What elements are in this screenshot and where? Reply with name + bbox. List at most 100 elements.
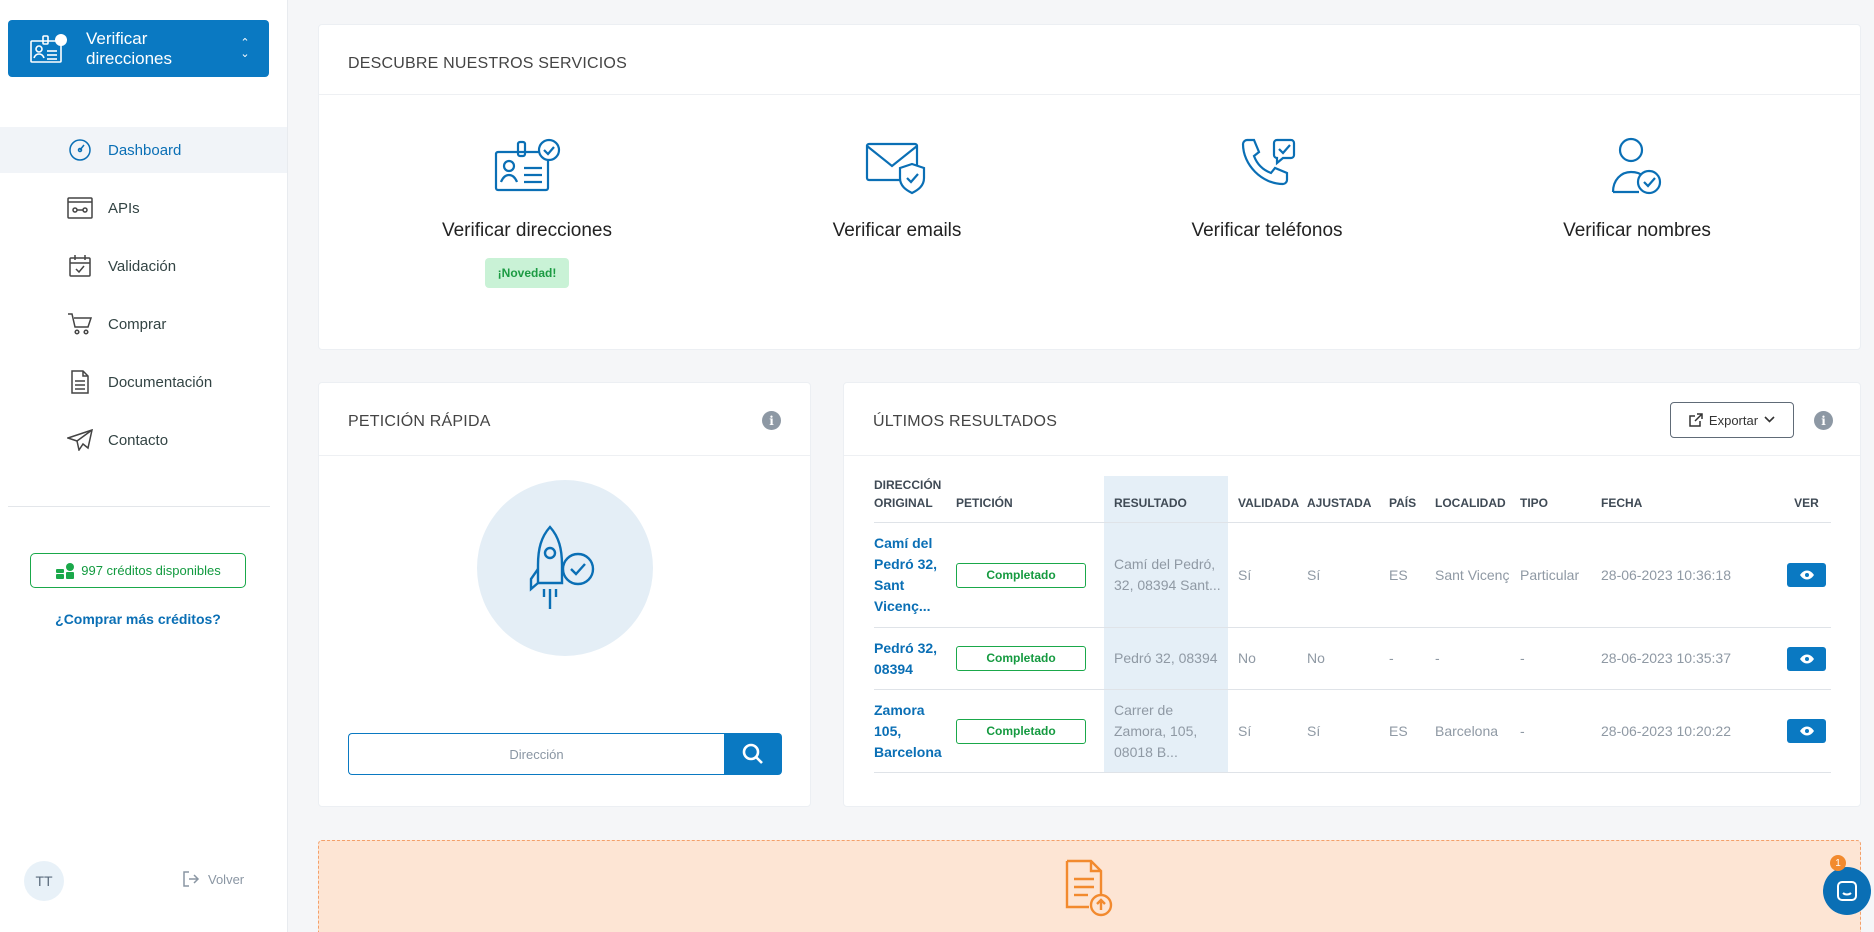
cell-resultado: Camí del Pedró, 32, 08394 Sant... — [1104, 522, 1228, 628]
cell-localidad: Sant Vicenç — [1435, 522, 1520, 628]
latest-results-card: ÚLTIMOS RESULTADOS Exportar i DIRECCIÓN … — [843, 382, 1861, 807]
service-verificar-telefonos[interactable]: Verificar teléfonos — [1082, 131, 1452, 242]
table-row: Pedró 32, 08394 Completado Pedró 32, 083… — [874, 627, 1831, 690]
notification-badge: 1 — [1830, 855, 1846, 871]
col-resultado: RESULTADO — [1104, 476, 1228, 523]
back-button[interactable]: Volver — [182, 870, 244, 888]
cell-direccion[interactable]: Pedró 32, 08394 — [874, 627, 956, 690]
nav-label: Comprar — [108, 315, 167, 333]
col-peticion: PETICIÓN — [956, 476, 1104, 523]
col-direccion-original: DIRECCIÓN ORIGINAL — [874, 476, 956, 523]
view-button[interactable] — [1787, 563, 1826, 587]
app-switcher-button[interactable]: Verificar direcciones ⌃ ⌄ — [8, 20, 269, 77]
paper-plane-icon — [66, 427, 94, 453]
cell-pais: ES — [1389, 689, 1435, 773]
info-icon[interactable]: i — [1814, 411, 1833, 430]
cell-peticion: Completado — [956, 522, 1104, 628]
quick-request-title: PETICIÓN RÁPIDA — [348, 413, 491, 430]
credits-badge[interactable]: 997 créditos disponibles — [30, 553, 246, 588]
card-divider — [844, 455, 1860, 456]
results-title: ÚLTIMOS RESULTADOS — [873, 413, 1058, 430]
envelope-shield-icon — [712, 131, 1082, 201]
cell-pais: ES — [1389, 522, 1435, 628]
view-button[interactable] — [1787, 646, 1826, 671]
service-name: Verificar direcciones — [441, 220, 613, 241]
service-verificar-direcciones[interactable]: Verificar direcciones ¡Novedad! — [342, 131, 712, 288]
api-window-icon — [66, 195, 94, 221]
service-name: Verificar nombres — [1563, 220, 1711, 241]
buy-more-credits-link[interactable]: ¿Comprar más créditos? — [0, 611, 276, 627]
file-upload-icon — [1063, 859, 1115, 922]
export-button[interactable]: Exportar — [1670, 402, 1794, 438]
cell-ver — [1786, 522, 1831, 628]
chat-icon — [1837, 881, 1857, 901]
phone-chat-icon — [1082, 131, 1452, 201]
nav-item-comprar[interactable]: Comprar — [0, 301, 287, 347]
card-divider — [319, 455, 810, 456]
main-nav: Dashboard APIs Validación Comprar Docume… — [0, 127, 287, 475]
cell-fecha: 28-06-2023 10:35:37 — [1601, 627, 1786, 690]
card-divider — [319, 94, 1860, 95]
col-fecha: FECHA — [1601, 476, 1786, 523]
cell-tipo: Particular — [1520, 522, 1601, 628]
logout-icon — [182, 870, 200, 888]
rocket-check-icon — [529, 525, 595, 609]
credits-label: 997 créditos disponibles — [81, 563, 221, 578]
address-input[interactable] — [348, 733, 724, 775]
cell-fecha: 28-06-2023 10:20:22 — [1601, 689, 1786, 773]
app-title: Verificar direcciones — [86, 28, 172, 68]
nav-label: Validación — [108, 257, 177, 275]
nav-item-validacion[interactable]: Validación — [0, 243, 287, 289]
cell-direccion[interactable]: Zamora 105, Barcelona — [874, 689, 956, 773]
nav-item-dashboard[interactable]: Dashboard — [0, 127, 287, 173]
services-title: DESCUBRE NUESTROS SERVICIOS — [348, 55, 627, 72]
status-badge: Completado — [956, 718, 1086, 744]
search-button[interactable] — [724, 733, 782, 775]
col-ajustada: AJUSTADA — [1307, 476, 1389, 523]
service-verificar-nombres[interactable]: Verificar nombres — [1452, 131, 1822, 242]
cell-ajustada: Sí — [1307, 522, 1389, 628]
document-icon — [66, 369, 94, 395]
cell-resultado: Pedró 32, 08394 — [1104, 627, 1228, 690]
avatar[interactable]: TT — [24, 861, 64, 901]
nav-label: Contacto — [108, 431, 169, 449]
cart-icon — [66, 311, 94, 337]
quick-request-card: PETICIÓN RÁPIDA i — [318, 382, 811, 807]
service-name: Verificar emails — [832, 220, 962, 241]
nav-item-contacto[interactable]: Contacto — [0, 417, 287, 463]
service-verificar-emails[interactable]: Verificar emails — [712, 131, 1082, 242]
cell-peticion: Completado — [956, 689, 1104, 773]
coins-icon — [55, 562, 77, 580]
status-badge: Completado — [956, 562, 1086, 588]
export-label: Exportar — [1708, 412, 1759, 428]
nav-label: Dashboard — [108, 141, 182, 159]
table-row: Zamora 105, Barcelona Completado Carrer … — [874, 689, 1831, 773]
col-localidad: LOCALIDAD — [1435, 476, 1520, 523]
sidebar-divider — [8, 506, 270, 507]
nav-label: APIs — [108, 199, 140, 217]
novedad-badge: ¡Novedad! — [484, 258, 570, 288]
cell-tipo: - — [1520, 627, 1601, 690]
cell-validada: Sí — [1228, 522, 1307, 628]
cell-pais: - — [1389, 627, 1435, 690]
cell-direccion[interactable]: Camí del Pedró 32, Sant Vicenç... — [874, 522, 956, 628]
chat-launcher-button[interactable] — [1823, 867, 1871, 915]
cell-ajustada: No — [1307, 627, 1389, 690]
col-pais: PAÍS — [1389, 476, 1435, 523]
id-card-icon — [26, 31, 70, 67]
cell-validada: Sí — [1228, 689, 1307, 773]
file-upload-dropzone[interactable] — [318, 840, 1861, 932]
cell-localidad: Barcelona — [1435, 689, 1520, 773]
nav-item-apis[interactable]: APIs — [0, 185, 287, 231]
view-button[interactable] — [1787, 719, 1826, 743]
quick-search-bar — [348, 733, 782, 775]
cell-tipo: - — [1520, 689, 1601, 773]
col-ver: VER — [1786, 476, 1831, 523]
nav-label: Documentación — [108, 373, 213, 391]
nav-item-documentacion[interactable]: Documentación — [0, 359, 287, 405]
search-icon — [742, 743, 763, 764]
col-tipo: TIPO — [1520, 476, 1601, 523]
info-icon[interactable]: i — [762, 411, 781, 430]
cell-ver — [1786, 627, 1831, 690]
cell-ajustada: Sí — [1307, 689, 1389, 773]
